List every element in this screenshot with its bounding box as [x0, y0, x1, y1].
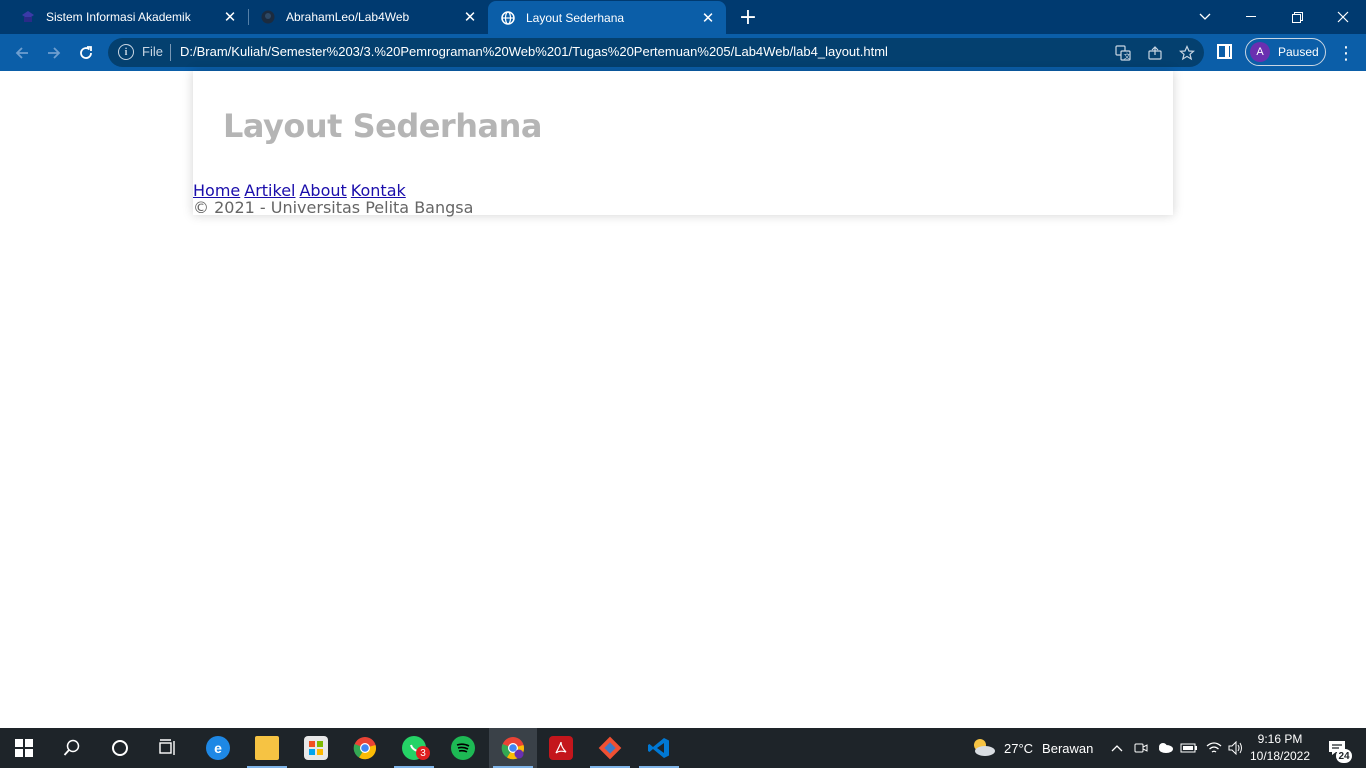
- close-tab-icon[interactable]: ✕: [218, 5, 242, 29]
- notification-badge: 3: [416, 746, 430, 760]
- cortana-button[interactable]: [96, 728, 144, 768]
- browser-menu-icon[interactable]: ⋮: [1336, 40, 1356, 66]
- scheme-label: File: [142, 44, 163, 59]
- page-header: Layout Sederhana: [193, 71, 1173, 183]
- git-app[interactable]: [586, 728, 634, 768]
- edge-app[interactable]: e: [194, 728, 242, 768]
- page-container: Layout Sederhana Home Artikel About Kontak …: [193, 71, 1173, 217]
- forward-button[interactable]: [41, 40, 67, 66]
- search-button[interactable]: [48, 728, 96, 768]
- close-tab-icon[interactable]: ✕: [696, 6, 720, 30]
- notification-count: 24: [1336, 749, 1352, 763]
- page-title: Layout Sederhana: [223, 107, 542, 145]
- browser-tab-strip: Sistem Informasi Akademik ✕ AbrahamLeo/L…: [0, 0, 1366, 34]
- windows-icon: [15, 739, 33, 757]
- minimize-button[interactable]: [1228, 0, 1274, 34]
- translate-icon[interactable]: 文: [1113, 43, 1133, 63]
- avatar: A: [1250, 42, 1270, 62]
- back-button[interactable]: [9, 40, 35, 66]
- windows-taskbar: e 3 27°C Berawan 9:16 PM 10/18/2022 24: [0, 728, 1366, 768]
- tab-abrahamleo-lab4web[interactable]: AbrahamLeo/Lab4Web ✕: [248, 0, 488, 34]
- spotify-icon: [451, 736, 475, 760]
- store-icon: [304, 736, 328, 760]
- reload-button[interactable]: [73, 40, 99, 66]
- system-clock[interactable]: 9:16 PM 10/18/2022: [1246, 731, 1314, 765]
- vscode-icon: [647, 736, 671, 760]
- site-info-icon[interactable]: i: [118, 44, 134, 60]
- chrome-app[interactable]: [341, 728, 389, 768]
- task-view-icon: [159, 739, 175, 755]
- volume-icon[interactable]: [1226, 728, 1246, 768]
- profile-button[interactable]: A Paused: [1245, 38, 1326, 66]
- weather-temp: 27°C: [1004, 740, 1034, 756]
- acrobat-app[interactable]: [537, 728, 585, 768]
- cloudy-weather-icon: [970, 737, 996, 760]
- page-viewport: Layout Sederhana Home Artikel About Kontak …: [0, 71, 1366, 728]
- tab-sistem-informasi-akademik[interactable]: Sistem Informasi Akademik ✕: [8, 0, 248, 34]
- side-panel-icon[interactable]: [1217, 44, 1232, 59]
- close-window-button[interactable]: [1320, 0, 1366, 34]
- spotify-app[interactable]: [439, 728, 487, 768]
- clock-time: 9:16 PM: [1257, 732, 1303, 746]
- url-text[interactable]: D:/Bram/Kuliah/Semester%203/3.%20Pemrogr…: [180, 44, 888, 59]
- microsoft-store-app[interactable]: [292, 728, 340, 768]
- file-explorer-app[interactable]: [243, 728, 291, 768]
- tab-title: Layout Sederhana: [526, 10, 625, 25]
- github-icon: [260, 9, 276, 25]
- weather-widget[interactable]: 27°C Berawan: [970, 728, 1093, 768]
- tab-search-icon[interactable]: [1182, 0, 1228, 34]
- edge-icon: e: [206, 736, 230, 760]
- close-tab-icon[interactable]: ✕: [458, 5, 482, 29]
- wifi-icon[interactable]: [1204, 728, 1224, 768]
- cortana-icon: [112, 740, 128, 756]
- tab-title: Sistem Informasi Akademik: [46, 10, 191, 24]
- chrome-profile-app[interactable]: [489, 728, 537, 768]
- share-icon[interactable]: [1145, 43, 1165, 63]
- show-hidden-icons-icon[interactable]: [1108, 728, 1126, 768]
- git-icon: [598, 736, 622, 760]
- pdf-icon: [549, 736, 573, 760]
- chrome-icon: [353, 736, 377, 760]
- page-footer: © 2021 - Universitas Pelita Bangsa: [193, 198, 474, 217]
- globe-icon: [500, 10, 516, 26]
- svg-text:文: 文: [1124, 52, 1131, 61]
- tab-layout-sederhana[interactable]: Layout Sederhana ✕: [488, 1, 726, 34]
- vscode-app[interactable]: [635, 728, 683, 768]
- new-tab-button[interactable]: +: [736, 5, 760, 30]
- weather-condition: Berawan: [1042, 740, 1094, 756]
- onedrive-icon[interactable]: [1155, 728, 1175, 768]
- start-button[interactable]: [0, 728, 48, 768]
- folder-icon: [255, 736, 279, 760]
- meet-now-icon[interactable]: [1132, 728, 1150, 768]
- academic-icon: [20, 9, 36, 25]
- address-bar[interactable]: i File D:/Bram/Kuliah/Semester%203/3.%20…: [108, 38, 1204, 67]
- search-icon: [63, 739, 80, 756]
- action-center-button[interactable]: 24: [1322, 728, 1352, 768]
- task-view-button[interactable]: [144, 728, 192, 768]
- battery-icon[interactable]: [1179, 728, 1199, 768]
- address-divider: [170, 44, 171, 61]
- browser-toolbar: i File D:/Bram/Kuliah/Semester%203/3.%20…: [0, 34, 1366, 71]
- clock-date: 10/18/2022: [1249, 749, 1311, 763]
- bookmark-star-icon[interactable]: [1177, 43, 1197, 63]
- chrome-icon: [501, 736, 525, 760]
- profile-status: Paused: [1278, 45, 1319, 59]
- restore-button[interactable]: [1274, 0, 1320, 34]
- whatsapp-app[interactable]: 3: [390, 728, 438, 768]
- tab-title: AbrahamLeo/Lab4Web: [286, 10, 410, 24]
